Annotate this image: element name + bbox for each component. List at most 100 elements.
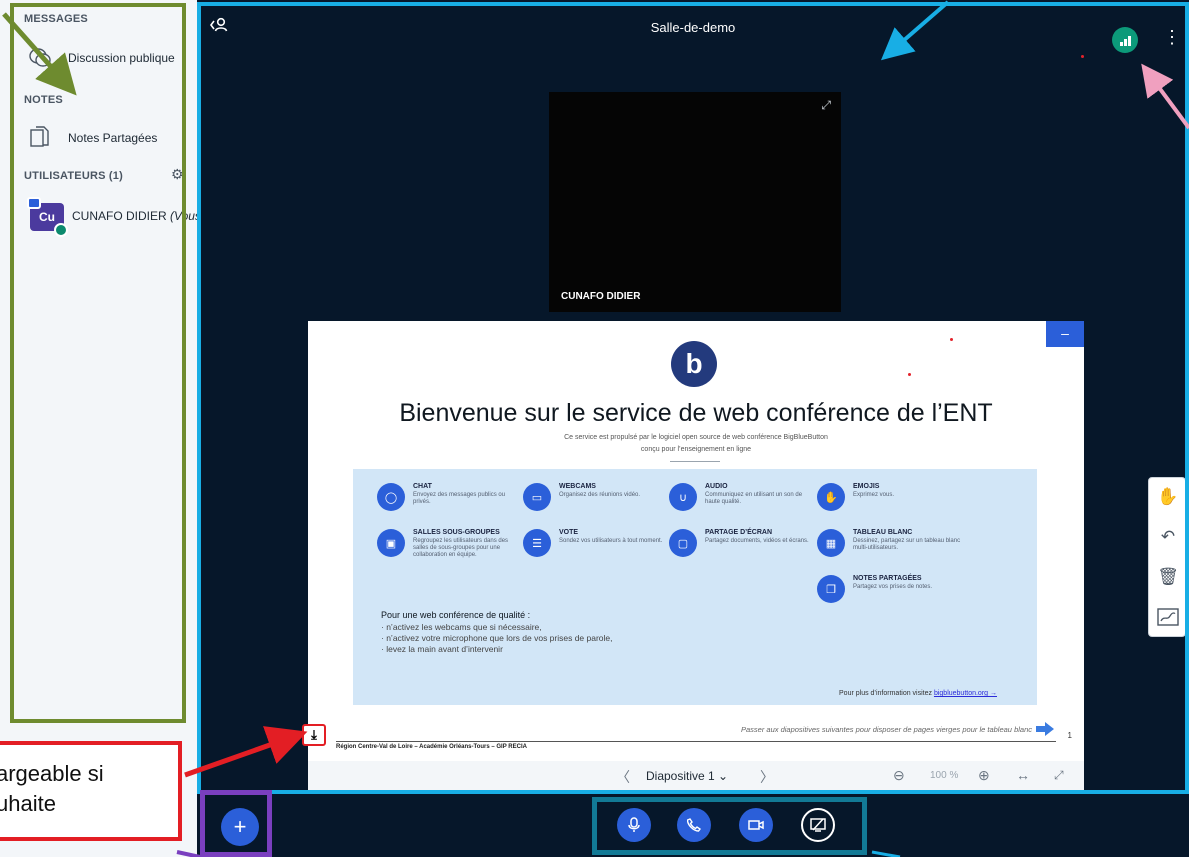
more-info-prefix: Pour plus d’information visitez [839,690,934,697]
notes-heading: NOTES [24,94,63,106]
webcam-user-name: CUNAFO DIDIER [561,291,641,302]
presenter-icon [27,197,41,209]
feature-title: EMOJIS [853,483,880,490]
phone-button[interactable] [677,808,711,842]
cursor-dot [1081,55,1084,58]
feature-desc: Regroupez les utilisateurs dans des sall… [413,538,509,558]
next-slides-hint: Passer aux diapositives suivantes pour d… [740,725,1032,734]
feature-title: TABLEAU BLANC [853,529,913,536]
screen-share-button[interactable] [801,808,835,842]
minimize-presentation-button[interactable]: – [1046,321,1084,347]
whiteboard-icon: ▦ [817,529,845,557]
cursor-dot [908,373,911,376]
mic-status-icon [54,223,68,237]
slide-footer: Région Centre-Val de Loire – Académie Or… [336,744,527,750]
quality-item: · n’activez votre microphone que lors de… [381,633,613,643]
presentation-area[interactable]: – b Bienvenue sur le service de web conf… [302,321,1084,791]
slide-selector-label: Diapositive 1 [646,769,715,783]
chat-icon [26,44,54,72]
cursor-dot [950,338,953,341]
notes-icon: ❐ [817,575,845,603]
feature-desc: Envoyez des messages publics ou privés. [413,492,506,505]
screen-share-icon [810,818,826,832]
webcam-button[interactable] [739,808,773,842]
zoom-in-icon[interactable]: ⊕ [978,767,990,784]
user-list-panel: MESSAGES Discussion publique NOTES Notes… [0,0,201,857]
fullscreen-icon[interactable]: ⤢ [821,98,831,113]
annotation-callout: argeable si uhaite [0,741,182,841]
fullscreen-icon[interactable]: ⤢ [1054,768,1064,783]
slide-subtitle: conçu pour l’enseignement en ligne [640,446,752,453]
zoom-level: 100 % [930,770,959,781]
public-chat-label: Discussion publique [68,51,175,65]
slide-subtitle: Ce service est propulsé par le logiciel … [564,434,828,441]
actions-plus-button[interactable]: + [221,808,259,846]
user-name-text: CUNAFO DIDIER [72,209,167,223]
more-options-icon[interactable]: ⋮ [1163,28,1181,46]
feature-desc: Sondez vos utilisateurs à tout moment. [559,538,663,544]
gear-icon[interactable]: ⚙ [171,166,184,183]
video-camera-icon [748,820,764,830]
next-arrow-icon [1036,722,1054,736]
next-slide-icon[interactable]: 〉 [760,767,774,787]
avatar[interactable]: Cu [27,197,68,237]
fit-width-icon[interactable]: ↔ [1016,767,1030,783]
breakout-icon: ▣ [377,529,405,557]
feature-title: SALLES SOUS-GROUPES [413,529,500,536]
mic-icon: ∪ [669,483,697,511]
feature-desc: Dessinez, partagez sur un tableau blanc … [853,538,961,551]
quality-item-text: n’activez votre microphone que lors de v… [386,633,613,643]
messages-heading: MESSAGES [24,13,88,25]
shared-notes-item[interactable]: Notes Partagées [26,124,157,152]
quality-title: Pour une web conférence de qualité : [381,610,531,620]
feature-desc: Partagez documents, vidéos et écrans. [705,538,809,544]
slide-title: Bienvenue sur le service de web conféren… [399,399,993,427]
previous-slide-icon[interactable]: 〈 [616,767,630,787]
shared-notes-label: Notes Partagées [68,131,158,145]
feature-desc: Exprimez vous. [853,492,895,498]
feature-title: NOTES PARTAGÉES [853,575,922,582]
webcam-video[interactable]: ⤢ CUNAFO DIDIER [549,92,841,312]
undo-icon[interactable]: ↶ [1149,518,1187,556]
room-title: Salle-de-demo [650,20,736,35]
main-area: Salle-de-demo ⋮ ⤢ CUNAFO DIDIER – b Bien… [197,0,1189,857]
quality-item: · n’activez les webcams que si nécessair… [381,622,542,632]
whiteboard-toolbar: ✋ ↶ 🗑 [1148,477,1186,637]
feature-desc: Communiquez en utilisant un son de haute… [705,492,803,505]
quality-item-text: n’activez les webcams que si nécessaire, [386,622,542,632]
user-name[interactable]: CUNAFO DIDIER (Vous [72,209,201,223]
hand-icon: ✋ [817,483,845,511]
hand-tool-icon[interactable]: ✋ [1149,478,1187,516]
zoom-out-icon[interactable]: ⊖ [893,767,905,784]
bigbluebutton-logo: b [671,341,717,387]
more-info: Pour plus d’information visitez bigblueb… [839,690,997,697]
feature-title: CHAT [413,483,432,490]
trash-icon[interactable]: 🗑 [1149,558,1187,596]
public-chat-item[interactable]: Discussion publique [26,44,175,72]
download-icon[interactable]: ⤓ [302,724,326,746]
slide-selector[interactable]: Diapositive 1 ⌄ [646,769,728,783]
feature-panel: ◯ CHAT Envoyez des messages publics ou p… [353,469,1037,705]
chevron-down-icon: ⌄ [718,769,729,783]
multi-user-whiteboard-icon[interactable] [1149,598,1187,636]
feature-title: PARTAGE D’ÉCRAN [705,529,773,536]
divider [336,741,1056,742]
microphone-button[interactable] [617,808,651,842]
feature-title: VOTE [559,529,579,536]
users-heading: UTILISATEURS (1) [24,170,123,182]
feature-desc: Partagez vos prises de notes. [853,584,933,590]
slide-page-number: 1 [1067,731,1072,740]
phone-icon [687,818,701,832]
avatar-initials: Cu [39,210,55,224]
action-bar: + [197,796,1189,857]
notes-icon [26,124,54,152]
annotation-callout-text: argeable si uhaite [0,761,104,816]
more-info-link[interactable]: bigbluebutton.org → [934,690,997,697]
webcam-icon: ▭ [523,483,551,511]
microphone-icon [628,817,640,832]
feature-title: WEBCAMS [559,483,596,490]
connection-status-icon[interactable] [1112,27,1138,53]
feature-desc: Organisez des réunions vidéo. [559,492,641,498]
screen-icon: ▢ [669,529,697,557]
quality-item: · levez la main avant d’intervenir [381,644,503,654]
